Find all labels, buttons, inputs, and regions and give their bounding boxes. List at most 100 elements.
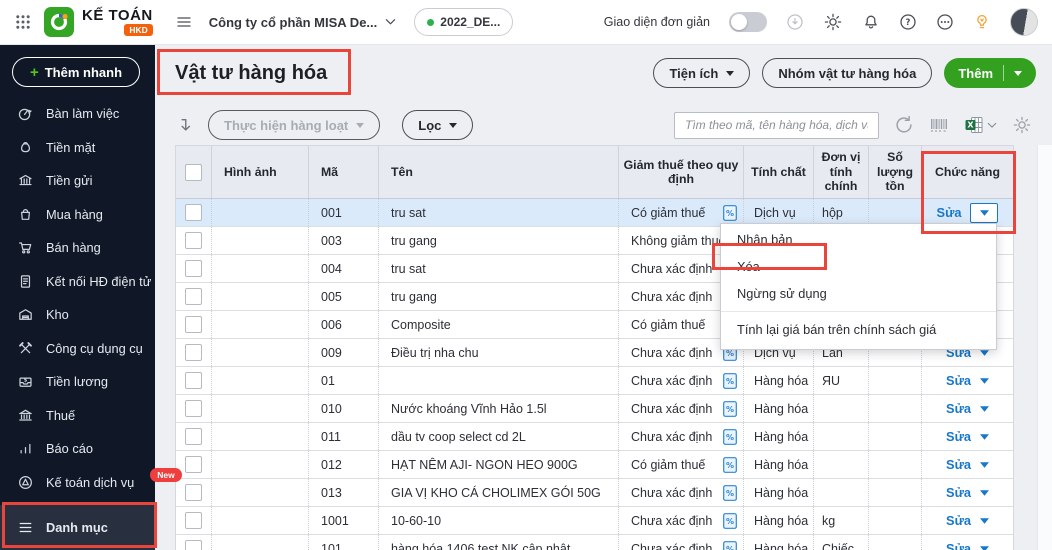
sales-icon [17,239,34,256]
gear-icon[interactable] [823,12,843,32]
quick-add-button[interactable]: + Thêm nhanh [12,57,140,87]
sidebar-item-tax[interactable]: Thuế [0,399,155,433]
export-excel-button[interactable]: X [964,115,997,135]
name-cell: Nước khoáng Vĩnh Hảo 1.5l [378,395,618,422]
help-icon[interactable]: ? [899,13,917,31]
caret-down-icon[interactable] [1014,70,1022,76]
bulk-action-button[interactable]: Thực hiện hàng loạt [208,110,381,140]
sidebar: + Thêm nhanh Bàn làm việc Tiền mặt Tiền gử… [0,45,182,550]
sidebar-item-dashboard[interactable]: Bàn làm việc [0,97,155,131]
row-checkbox[interactable] [185,540,202,550]
context-menu-item[interactable]: Ngừng sử dụng [721,280,996,307]
refresh-icon[interactable] [894,115,914,135]
context-menu-item[interactable]: Xóa [721,253,996,280]
warehouse-icon [17,306,34,323]
table-row[interactable]: 101 hàng hóa 1406 test NK cập nhật Chưa xá… [176,535,1013,550]
edit-link[interactable]: Sửa [946,373,971,388]
row-checkbox[interactable] [185,260,202,277]
more-icon[interactable] [936,13,954,31]
sidebar-item-label: Công cụ dụng cụ [46,340,143,356]
sidebar-item-tools[interactable]: Công cụ dụng cụ [0,332,155,366]
select-all-checkbox[interactable] [185,163,202,181]
add-button[interactable]: Thêm [944,58,1036,88]
row-checkbox[interactable] [185,232,202,249]
edit-dropdown-button[interactable] [979,545,989,550]
edit-link[interactable]: Sửa [937,205,962,220]
edit-link[interactable]: Sửa [946,485,971,500]
image-cell [211,283,308,310]
utilities-button[interactable]: Tiện ích [653,58,751,88]
svg-text:%: % [726,461,734,470]
sidebar-item-purchase[interactable]: Mua hàng [0,198,155,232]
edit-dropdown-button[interactable] [979,461,989,468]
edit-link[interactable]: Sửa [946,457,971,472]
row-checkbox[interactable] [185,512,202,529]
table-row[interactable]: 1001 10-60-10 Chưa xác định% Hàng hóa kg Sửa [176,507,1013,535]
table-row[interactable]: 01 Chưa xác định% Hàng hóa ЯU Sửa [176,367,1013,395]
code-cell: 013 [308,479,378,506]
bell-icon[interactable] [862,13,880,31]
sidebar-item-deposit[interactable]: Tiền gửi [0,164,155,198]
tools-icon [17,340,34,357]
avatar[interactable] [1010,8,1038,36]
scrollbar-track[interactable] [1037,145,1052,550]
sidebar-item-salary[interactable]: $ Tiền lương [0,365,155,399]
context-menu-item[interactable]: Nhân bản [721,226,996,253]
row-checkbox[interactable] [185,456,202,473]
workspace-pill[interactable]: 2022_DE... [414,8,514,36]
row-checkbox[interactable] [185,428,202,445]
sort-download-icon[interactable] [175,116,194,135]
row-checkbox[interactable] [185,372,202,389]
row-checkbox[interactable] [185,288,202,305]
row-select-cell [176,535,211,550]
table-row[interactable]: 010 Nước khoáng Vĩnh Hảo 1.5l Chưa xác địn… [176,395,1013,423]
edit-dropdown-button[interactable] [979,517,989,524]
tax-label: Có giảm thuế [631,457,706,472]
bulb-icon[interactable] [973,13,991,31]
context-menu-item[interactable]: Tính lại giá bán trên chính sách giá [721,310,996,347]
edit-dropdown-button[interactable] [970,202,999,223]
edit-dropdown-button[interactable] [979,489,989,496]
apps-grid-icon[interactable] [14,13,32,31]
edit-dropdown-button[interactable] [979,349,989,356]
sidebar-toggle-icon[interactable] [175,13,193,31]
edit-link[interactable]: Sửa [946,429,971,444]
edit-dropdown-button[interactable] [979,377,989,384]
sidebar-item-report[interactable]: Báo cáo [0,432,155,466]
svg-text:%: % [726,433,734,442]
table-row[interactable]: 013 GIA VỊ KHO CÁ CHOLIMEX GÓI 50G Chưa xá… [176,479,1013,507]
row-checkbox[interactable] [185,484,202,501]
edit-link[interactable]: Sửa [946,401,971,416]
simple-ui-toggle[interactable] [729,12,767,32]
list-toolbar: Thực hiện hàng loạt Lọc X [175,108,1032,142]
edit-dropdown-button[interactable] [979,433,989,440]
row-checkbox[interactable] [185,400,202,417]
group-button[interactable]: Nhóm vật tư hàng hóa [762,58,933,88]
sidebar-item-service[interactable]: Kế toán dịch vụ New [0,466,182,500]
sidebar-item-danh-muc[interactable]: Danh mục [0,505,155,550]
sidebar-item-label: Tiền mặt [46,139,96,155]
row-checkbox[interactable] [185,204,202,221]
company-selector[interactable]: Công ty cổ phần MISA De... [209,15,397,30]
row-select-cell [176,199,211,226]
barcode-icon[interactable] [929,115,949,135]
sidebar-item-einvoice[interactable]: Kết nối HĐ điện tử [0,265,155,299]
quantity-cell [868,451,921,478]
table-row[interactable]: 011 dầu tv coop select cd 2L Chưa xác định… [176,423,1013,451]
search-input[interactable] [674,111,879,139]
download-circle-icon[interactable] [786,13,804,31]
sidebar-item-cash[interactable]: Tiền mặt [0,131,155,165]
row-checkbox[interactable] [185,316,202,333]
caret-down-icon [979,517,989,524]
edit-link[interactable]: Sửa [946,541,971,550]
edit-dropdown-button[interactable] [979,405,989,412]
edit-link[interactable]: Sửa [946,513,971,528]
unit-cell [813,479,868,506]
filter-button[interactable]: Lọc [402,110,474,140]
table-settings-gear-icon[interactable] [1012,115,1032,135]
table-row[interactable]: 012 HẠT NÊM AJI- NGON HEO 900G Có giảm thu… [176,451,1013,479]
sidebar-item-sales[interactable]: Bán hàng [0,231,155,265]
row-checkbox[interactable] [185,344,202,361]
column-header: Chức năng [921,146,1013,198]
sidebar-item-warehouse[interactable]: Kho [0,298,155,332]
